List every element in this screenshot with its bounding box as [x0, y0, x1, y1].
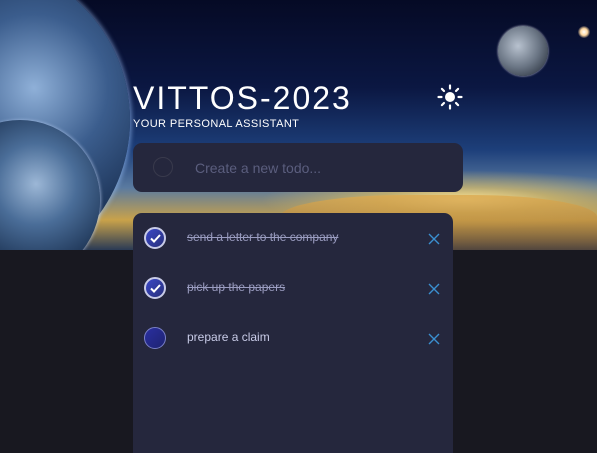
todo-text[interactable]: send a letter to the company: [187, 230, 338, 244]
app-subtitle: YOUR PERSONAL ASSISTANT: [133, 118, 300, 130]
delete-button[interactable]: [427, 331, 441, 345]
new-todo-circle[interactable]: [153, 157, 173, 177]
todo-item: prepare a claim: [133, 313, 453, 363]
delete-button[interactable]: [427, 281, 441, 295]
sun-icon: [437, 84, 463, 110]
todo-item: send a letter to the company: [133, 213, 453, 263]
new-todo-form: [133, 143, 463, 192]
todo-item: pick up the papers: [133, 263, 453, 313]
todo-checkbox[interactable]: [144, 327, 166, 349]
check-icon: [149, 233, 161, 243]
todo-checkbox[interactable]: [144, 277, 166, 299]
star: [578, 26, 590, 38]
app-title: VITTOS-2023: [133, 80, 352, 116]
todo-text[interactable]: pick up the papers: [187, 280, 285, 294]
todo-list: send a letter to the company pick up the…: [133, 213, 453, 453]
check-icon: [149, 283, 161, 293]
close-icon: [428, 283, 440, 295]
moon: [498, 26, 548, 76]
close-icon: [428, 233, 440, 245]
todo-text[interactable]: prepare a claim: [187, 330, 270, 344]
delete-button[interactable]: [427, 231, 441, 245]
theme-toggle-button[interactable]: [437, 84, 463, 110]
new-todo-input[interactable]: [193, 155, 447, 181]
todo-checkbox[interactable]: [144, 227, 166, 249]
close-icon: [428, 333, 440, 345]
